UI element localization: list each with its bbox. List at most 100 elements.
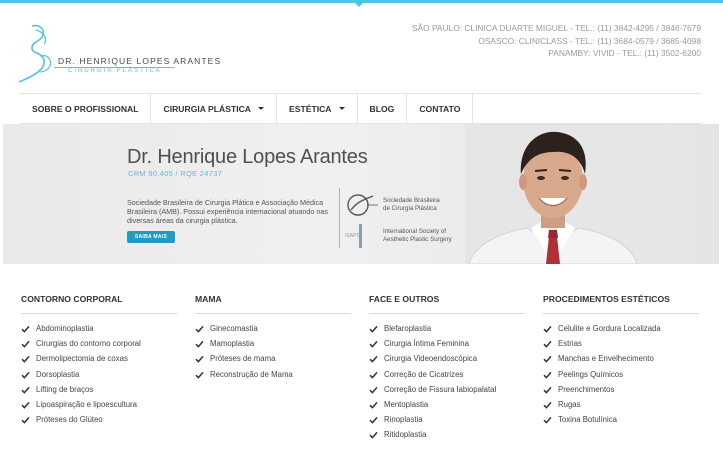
logo-subtitle: CIRURGIA PLÁSTICA <box>68 68 162 74</box>
isaps-abbr: ISAPS <box>345 233 360 239</box>
column-title: MAMA <box>195 294 222 304</box>
logo-name: DR. HENRIQUE LOPES ARANTES <box>58 56 222 66</box>
procedure-link[interactable]: Peelings Químicos <box>543 370 699 385</box>
sbcp-logo-icon <box>347 194 378 216</box>
doctor-portrait <box>465 124 641 264</box>
column-divider <box>369 313 525 314</box>
banner-divider <box>339 188 340 248</box>
checkmark-icon <box>543 371 552 379</box>
procedure-link[interactable]: Mamoplastia <box>195 339 351 354</box>
checkmark-icon <box>21 417 30 424</box>
procedure-label: Mentoplastia <box>384 399 429 409</box>
checkmark-icon <box>369 341 378 348</box>
procedure-label: Manchas e Envelhecimento <box>558 354 654 364</box>
procedure-list: Blefaroplastia Cirurgia Íntima Feminina Ci… <box>369 324 525 446</box>
procedure-link[interactable]: Lifting de braços <box>21 385 177 400</box>
procedure-link[interactable]: Ginecomastia <box>195 324 351 339</box>
procedure-link[interactable]: Ritidoplastia <box>369 430 525 445</box>
procedure-link[interactable]: Rinoplastia <box>369 415 525 430</box>
procedure-link[interactable]: Cirurgias do contorno corporal <box>21 339 177 354</box>
checkmark-icon <box>21 386 30 394</box>
procedure-link[interactable]: Cirurgia Íntima Feminina <box>369 339 525 354</box>
nav-item-label: ESTÉTICA <box>289 103 332 114</box>
procedure-link[interactable]: Blefaroplastia <box>369 324 525 339</box>
isaps-label-line1: International Society of <box>383 228 446 235</box>
nav-item-label: CIRURGIA PLÁSTICA <box>163 103 252 114</box>
procedure-link[interactable]: Correção de Cicatrizes <box>369 370 525 385</box>
procedure-link[interactable]: Próteses do Glúteo <box>21 415 177 430</box>
procedure-link[interactable]: Dorsoplastia <box>21 370 177 385</box>
checkmark-icon <box>195 371 204 379</box>
procedure-label: Cirurgias do contorno corporal <box>36 339 141 349</box>
checkmark-icon <box>543 417 552 424</box>
column-mama: MAMA Ginecomastia Mamoplastia Próteses de … <box>195 294 351 385</box>
procedure-link[interactable]: Toxina Botulínica <box>543 415 699 430</box>
column-divider <box>195 313 351 314</box>
nav-item-sobre-o-profissional[interactable]: SOBRE O PROFISSIONAL <box>20 94 152 123</box>
checkmark-icon <box>543 325 552 333</box>
procedure-link[interactable]: Rugas <box>543 400 699 415</box>
checkmark-icon <box>21 401 30 409</box>
procedure-label: Dermolipectomia de coxas <box>36 354 128 364</box>
checkmark-icon <box>21 325 30 333</box>
procedure-link[interactable]: Preenchimentos <box>543 385 699 400</box>
hero-banner: Dr. Henrique Lopes Arantes CRM 90.405 / … <box>3 124 719 264</box>
top-accent-notch <box>355 3 363 7</box>
column-title: FACE E OUTROS <box>369 294 440 304</box>
column-divider <box>543 313 699 314</box>
nav-item-contato[interactable]: CONTATO <box>407 94 474 123</box>
chevron-down-icon <box>258 107 265 110</box>
doctor-description: Sociedade Brasileira de Cirurgia Plática… <box>127 198 328 226</box>
saiba-mais-button[interactable]: SAIBA MAIS <box>127 231 175 243</box>
contact-line-panamby: PANAMBY: VIVID - TEL.: (11) 3502-6200 <box>548 48 701 58</box>
isaps-label: International Society of Aesthetic Plast… <box>383 228 452 244</box>
sbcp-label: Sociedade Brasileira de Cirurgia Plástic… <box>383 197 440 213</box>
procedure-link[interactable]: Manchas e Envelhecimento <box>543 354 699 369</box>
procedure-label: Correção de Fissura labiopalatal <box>384 384 497 394</box>
procedure-list: Ginecomastia Mamoplastia Próteses de mama R… <box>195 324 351 385</box>
procedure-link[interactable]: Estrias <box>543 339 699 354</box>
contact-line-sao-paulo: SÃO PAULO: CLINICA DUARTE MIGUEL - TEL.:… <box>411 23 701 33</box>
checkmark-icon <box>21 341 30 348</box>
sbcp-label-line1: Sociedade Brasileira <box>383 197 440 204</box>
procedure-link[interactable]: Cirurgia Videoendoscópica <box>369 354 525 369</box>
procedure-label: Blefaroplastia <box>384 324 432 333</box>
procedure-link[interactable]: Dermolipectomia de coxas <box>21 354 177 369</box>
checkmark-icon <box>195 356 204 364</box>
procedure-link[interactable]: Próteses de mama <box>195 354 351 369</box>
checkmark-icon <box>369 371 378 379</box>
checkmark-icon <box>369 432 378 440</box>
checkmark-icon <box>369 325 378 333</box>
nav-item-blog[interactable]: BLOG <box>358 94 408 123</box>
procedure-label: Dorsoplastia <box>36 369 80 379</box>
site-logo[interactable]: DR. HENRIQUE LOPES ARANTES CIRURGIA PLÁS… <box>18 22 220 84</box>
nav-item-label: CONTATO <box>419 103 461 114</box>
chevron-down-icon <box>338 107 345 110</box>
checkmark-icon <box>543 401 552 409</box>
procedure-label: Rugas <box>558 399 581 409</box>
procedure-label: Lifting de braços <box>36 384 94 394</box>
procedure-label: Peelings Químicos <box>558 369 624 379</box>
contact-line-osasco: OSASCO: CLINICLASS - TEL.: (11) 3684-057… <box>478 35 701 46</box>
nav-item-cirurgia-plastica[interactable]: CIRURGIA PLÁSTICA <box>151 94 278 123</box>
procedure-label: Abdominoplastia <box>36 324 94 333</box>
column-contorno-corporal: CONTORNO CORPORAL Abdominoplastia Cirurgi… <box>21 294 177 430</box>
procedure-link[interactable]: Reconstrução de Mama <box>195 370 351 385</box>
column-divider <box>21 313 177 314</box>
checkmark-icon <box>21 371 30 379</box>
procedure-label: Cirurgia Videoendoscópica <box>384 354 478 364</box>
column-procedimentos-esteticos: PROCEDIMENTOS ESTÉTICOS Celulite e Gordu… <box>543 294 699 430</box>
procedure-link[interactable]: Correção de Fissura labiopalatal <box>369 385 525 400</box>
column-title: PROCEDIMENTOS ESTÉTICOS <box>543 294 670 304</box>
procedure-label: Mamoplastia <box>210 339 255 349</box>
procedure-link[interactable]: Mentoplastia <box>369 400 525 415</box>
nav-item-label: SOBRE O PROFISSIONAL <box>32 103 139 114</box>
procedure-label: Ginecomastia <box>210 324 258 333</box>
nav-item-estetica[interactable]: ESTÉTICA <box>277 94 358 123</box>
procedure-link[interactable]: Lipoaspiração e lipoescultura <box>21 400 177 415</box>
procedure-link[interactable]: Abdominoplastia <box>21 324 177 339</box>
logo-figure-icon <box>18 24 52 83</box>
procedure-link[interactable]: Celulite e Gordura Localizada <box>543 324 699 339</box>
isaps-logo-icon: ISAPS <box>345 224 362 248</box>
procedure-list: Celulite e Gordura Localizada Estrias Manc… <box>543 324 699 430</box>
